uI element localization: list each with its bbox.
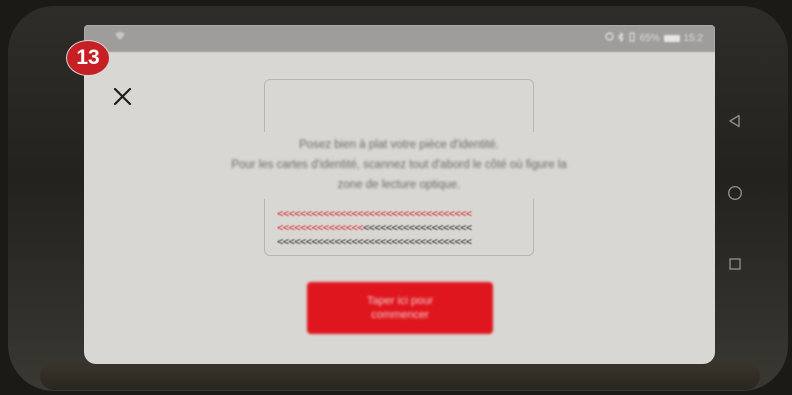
close-button[interactable]: [108, 82, 136, 110]
instruction-line-1: Posez bien à plat votre pièce d'identité…: [299, 139, 499, 151]
close-icon: [113, 87, 131, 105]
status-bar: 65% 15:2: [84, 25, 715, 52]
vibrate-icon: [628, 32, 636, 45]
phone-frame-bottom: [40, 362, 760, 390]
mrz-scan-frame: <<<<<<<<<<<<<<<<<<<<<<<<<<<<<<<<<< <<<<<…: [264, 199, 534, 256]
document-scan-frame-top: [264, 79, 534, 132]
alarm-icon: [604, 32, 614, 44]
phone-screen: 65% 15:2 Posez bien à plat votre pièce d…: [84, 25, 715, 364]
mrz-line-1: <<<<<<<<<<<<<<<<<<<<<<<<<<<<<<<<<<: [277, 208, 472, 220]
scan-instructions: Posez bien à plat votre pièce d'identité…: [154, 135, 644, 195]
back-triangle-icon: [729, 114, 740, 128]
wifi-icon: [114, 31, 128, 43]
battery-percent: 65%: [639, 32, 660, 44]
recents-square-icon: [729, 258, 741, 270]
status-time: 15:2: [683, 32, 703, 44]
status-icons: 65% 15:2: [604, 31, 703, 45]
android-nav-bar: [716, 25, 756, 364]
annotation-badge: 13: [66, 40, 110, 76]
mrz-line-2: <<<<<<<<<<<<<<<<<<<<<<<<<<<<<<<<<<: [277, 222, 472, 234]
back-button[interactable]: [724, 110, 746, 132]
home-button[interactable]: [724, 182, 746, 204]
instruction-line-2: Pour les cartes d'identité, scannez tout…: [231, 159, 567, 171]
start-scan-button[interactable]: Taper ici pour commencer: [307, 282, 493, 334]
battery-icon: [663, 34, 680, 42]
home-circle-icon: [727, 185, 743, 201]
mrz-line-3: <<<<<<<<<<<<<<<<<<<<<<<<<<<<<<<<<<: [277, 236, 472, 248]
instruction-line-3: zone de lecture optique.: [337, 179, 461, 191]
recents-button[interactable]: [724, 253, 746, 275]
bluetooth-icon: [617, 31, 624, 45]
